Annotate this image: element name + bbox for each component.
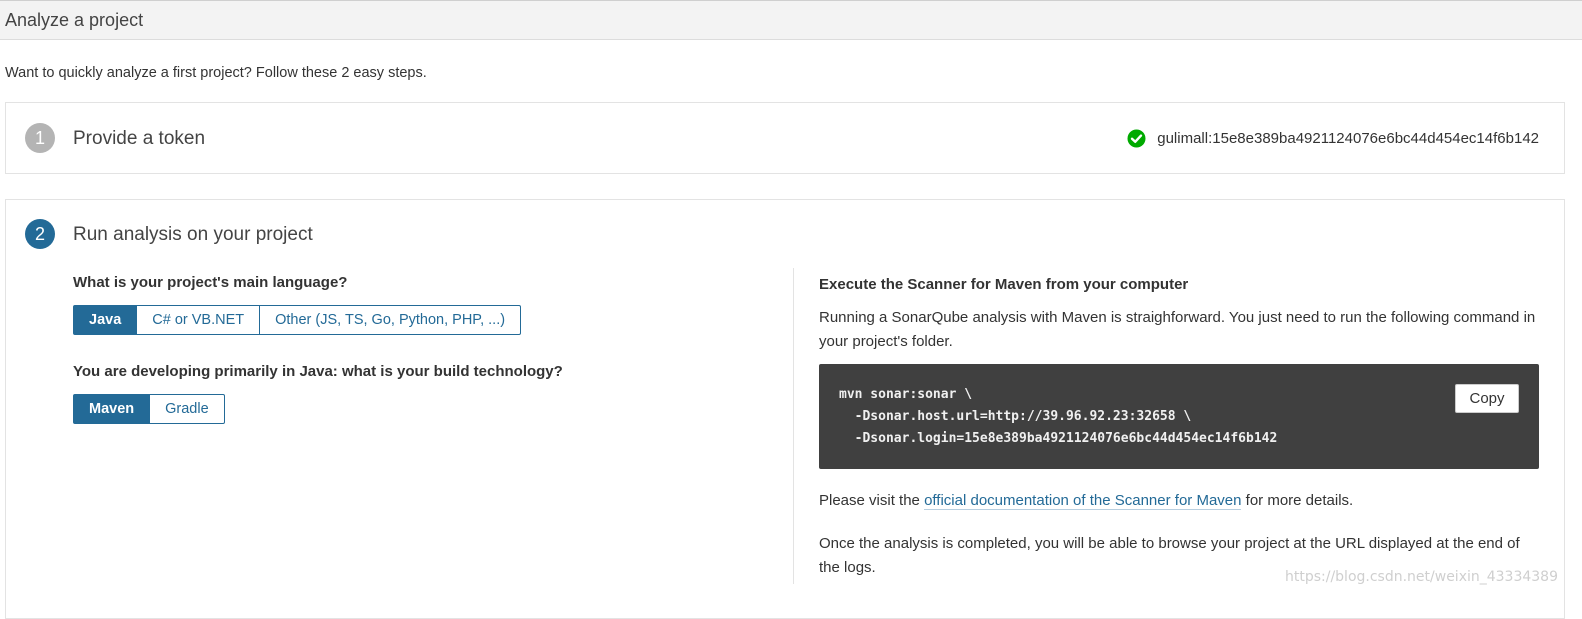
- check-circle-icon: [1127, 129, 1146, 148]
- visit-suffix: for more details.: [1241, 492, 1354, 509]
- build-option-gradle[interactable]: Gradle: [149, 394, 225, 424]
- token-name: gulimall: [1157, 130, 1209, 147]
- command-line: -Dsonar.login=15e8e389ba4921124076e6bc44…: [839, 431, 1278, 446]
- language-button-group: Java C# or VB.NET Other (JS, TS, Go, Pyt…: [73, 305, 522, 335]
- token-display: gulimall:15e8e389ba4921124076e6bc44d454e…: [1127, 129, 1539, 148]
- page-title: Analyze a project: [5, 10, 144, 30]
- token-value: 15e8e389ba4921124076e6bc44d454ec14f6b142: [1212, 130, 1539, 147]
- build-question: You are developing primarily in Java: wh…: [73, 363, 563, 380]
- language-option-csharp[interactable]: C# or VB.NET: [136, 305, 261, 335]
- command-line: -Dsonar.host.url=http://39.96.92.23:3265…: [839, 409, 1192, 424]
- command-line: mvn sonar:sonar \: [839, 387, 973, 402]
- copy-button[interactable]: Copy: [1455, 384, 1519, 413]
- language-selection-panel: What is your project's main language? Ja…: [73, 274, 793, 424]
- step-2-card: 2 Run analysis on your project What is y…: [5, 199, 1565, 619]
- visit-prefix: Please visit the: [819, 492, 925, 509]
- step-2-number: 2: [25, 219, 55, 249]
- language-option-java[interactable]: Java: [73, 305, 138, 335]
- step-1-number: 1: [25, 123, 55, 153]
- watermark: https://blog.csdn.net/weixin_43334389: [1284, 569, 1558, 585]
- execute-title: Execute the Scanner for Maven from your …: [819, 276, 1189, 293]
- command-snippet: mvn sonar:sonar \ -Dsonar.host.url=http:…: [819, 364, 1539, 469]
- build-option-maven[interactable]: Maven: [73, 394, 151, 424]
- execute-description: Running a SonarQube analysis with Maven …: [819, 309, 1536, 350]
- documentation-note: Please visit the official documentation …: [819, 489, 1541, 513]
- step-1-title: Provide a token: [73, 128, 206, 149]
- command-text[interactable]: mvn sonar:sonar \ -Dsonar.host.url=http:…: [839, 384, 1277, 450]
- intro-text: Want to quickly analyze a first project?…: [5, 65, 427, 81]
- build-button-group: Maven Gradle: [73, 394, 225, 424]
- page-header: Analyze a project: [0, 0, 1582, 40]
- instructions-panel: Execute the Scanner for Maven from your …: [819, 276, 1541, 580]
- step-2-title: Run analysis on your project: [73, 224, 313, 245]
- column-divider: [793, 268, 794, 584]
- language-question: What is your project's main language?: [73, 274, 348, 291]
- language-option-other[interactable]: Other (JS, TS, Go, Python, PHP, ...): [259, 305, 522, 335]
- step-1-card: 1 Provide a token gulimall:15e8e389ba492…: [5, 102, 1565, 174]
- documentation-link[interactable]: official documentation of the Scanner fo…: [924, 492, 1242, 510]
